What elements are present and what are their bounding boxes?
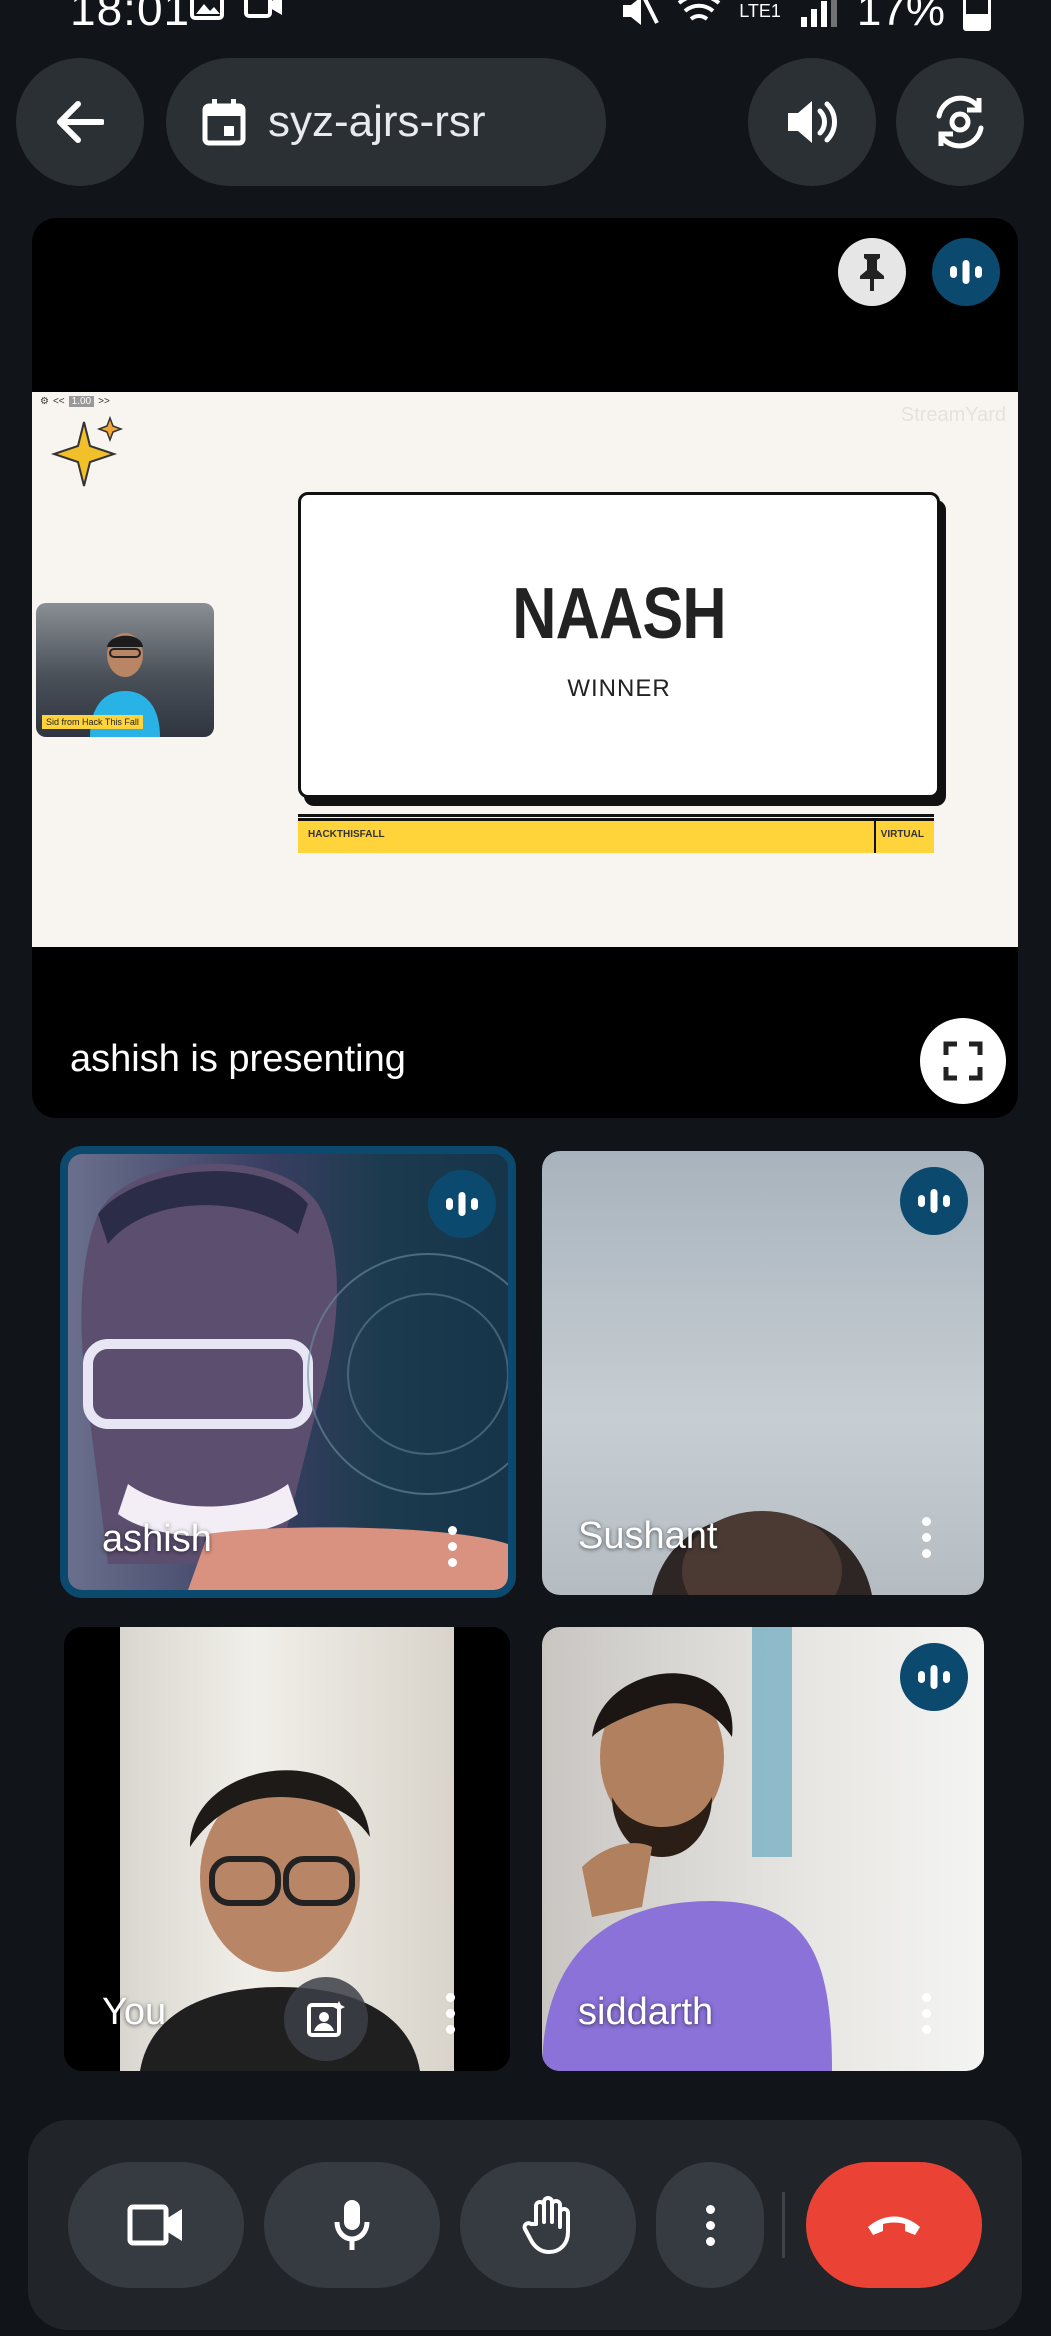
pin-icon xyxy=(860,254,884,291)
fullscreen-button[interactable] xyxy=(920,1018,1006,1104)
participant-name: Sushant xyxy=(578,1515,718,1557)
battery-icon xyxy=(963,0,991,31)
speaker-icon xyxy=(788,101,837,143)
participant-name: siddarth xyxy=(578,1991,714,2033)
more-options-button[interactable] xyxy=(656,2162,764,2288)
slide-footer-divider xyxy=(874,821,876,853)
wifi-icon xyxy=(677,0,721,21)
speaking-indicator xyxy=(900,1643,968,1711)
participant-name: You xyxy=(102,1991,167,2033)
end-call-button[interactable] xyxy=(806,2162,982,2288)
speaking-indicator xyxy=(428,1170,496,1238)
participant-tile-ashish[interactable]: ashish xyxy=(60,1146,516,1598)
hand-icon xyxy=(522,2196,570,2254)
audio-level-icon xyxy=(446,1192,478,1216)
status-time: 18:01 xyxy=(70,0,191,35)
network-label: LTE1 xyxy=(739,1,781,21)
video-icon xyxy=(244,0,282,18)
presentation-tile[interactable]: ⚙ << 1.00 >> StreamYard Sid from Hack This … xyxy=(32,218,1018,1118)
shared-slide: ⚙ << 1.00 >> StreamYard Sid from Hack This … xyxy=(32,392,1018,947)
microphone-icon xyxy=(334,2200,370,2250)
status-notification-icons xyxy=(190,0,284,20)
slide-footer-bar: HACKTHISFALL VIRTUAL xyxy=(298,818,934,853)
raise-hand-button[interactable] xyxy=(460,2162,636,2288)
slide-footer-left: HACKTHISFALL xyxy=(308,829,385,840)
slide-rule xyxy=(298,814,934,817)
more-options-icon[interactable] xyxy=(922,1517,931,1558)
arrow-back-icon xyxy=(57,101,104,143)
controls-divider xyxy=(782,2192,785,2258)
switch-camera-button[interactable] xyxy=(896,58,1024,186)
pin-button[interactable] xyxy=(838,238,906,306)
participant-tile-self[interactable]: You xyxy=(64,1627,510,2071)
participant-tile-siddarth[interactable]: siddarth xyxy=(542,1627,984,2071)
slide-speaker-caption: Sid from Hack This Fall xyxy=(42,715,143,729)
presenter-label: ashish is presenting xyxy=(70,1038,406,1080)
more-options-icon[interactable] xyxy=(922,1993,931,2034)
signal-icon xyxy=(800,0,837,27)
microphone-toggle-button[interactable] xyxy=(264,2162,440,2288)
visual-effects-button[interactable] xyxy=(284,1977,368,2061)
audio-level-icon xyxy=(918,1665,950,1689)
hang-up-icon xyxy=(868,2216,920,2235)
image-icon xyxy=(190,0,224,20)
more-vert-icon xyxy=(705,2204,715,2246)
audio-level-icon xyxy=(918,1189,950,1213)
meeting-info-button[interactable]: syz-ajrs-rsr xyxy=(166,58,606,186)
audio-level-icon xyxy=(950,260,982,284)
mute-icon xyxy=(623,0,660,25)
slide-speaker-thumbnail: Sid from Hack This Fall xyxy=(36,603,214,737)
audio-output-button[interactable] xyxy=(748,58,876,186)
speaking-indicator xyxy=(932,238,1000,306)
camera-icon xyxy=(127,2204,182,2246)
back-button[interactable] xyxy=(16,58,144,186)
slide-title: NAASH xyxy=(512,574,726,654)
fullscreen-icon xyxy=(943,1041,983,1081)
more-options-icon[interactable] xyxy=(448,1526,457,1567)
slide-watermark: StreamYard xyxy=(900,404,1006,426)
status-right: LTE1 17% xyxy=(619,0,991,36)
slide-footer-right: VIRTUAL xyxy=(880,829,924,840)
camera-toggle-button[interactable] xyxy=(68,2162,244,2288)
slide-subtitle: WINNER xyxy=(567,675,671,702)
participant-name: ashish xyxy=(102,1518,212,1560)
sparkle-icon xyxy=(50,415,124,487)
switch-camera-icon xyxy=(936,95,984,149)
speaking-indicator xyxy=(900,1167,968,1235)
battery-percent: 17% xyxy=(856,0,945,35)
slide-title-card: NAASH WINNER xyxy=(298,492,940,798)
slide-mini-controls: ⚙ << 1.00 >> xyxy=(40,396,110,407)
more-options-icon[interactable] xyxy=(446,1993,455,2034)
participant-tile-sushant[interactable]: Sushant xyxy=(542,1151,984,1595)
effects-icon xyxy=(307,2001,345,2037)
call-controls-bar xyxy=(28,2120,1022,2330)
meeting-code: syz-ajrs-rsr xyxy=(268,97,486,146)
calendar-icon xyxy=(202,99,246,146)
